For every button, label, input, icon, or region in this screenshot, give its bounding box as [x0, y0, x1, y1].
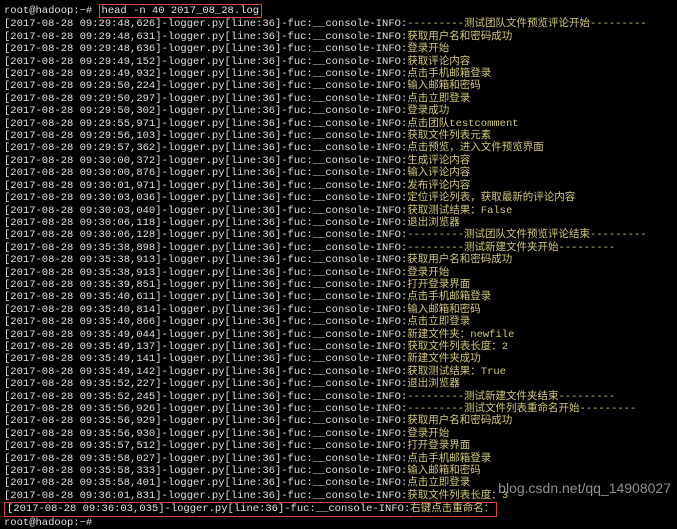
log-message: 登录开始 [407, 43, 449, 55]
log-message: 点击立即登录 [407, 316, 470, 328]
shell-prompt-line[interactable]: root@hadoop:~# [4, 517, 673, 529]
log-message: 点击团队testcomment [407, 118, 518, 130]
log-line: [2017-08-28 09:35:56,929]-logger.py[line… [4, 415, 673, 427]
log-line: [2017-08-28 09:29:56,103]-logger.py[line… [4, 130, 673, 142]
log-line: [2017-08-28 09:29:50,224]-logger.py[line… [4, 80, 673, 92]
log-message: 生成评论内容 [407, 155, 470, 167]
log-line: [2017-08-28 09:35:38,913]-logger.py[line… [4, 267, 673, 279]
log-message: 获取用户名和密码成功 [407, 254, 512, 266]
log-message: 获取测试结果：True [407, 366, 506, 378]
log-message: 点击手机邮箱登录 [407, 68, 491, 80]
log-message: 退出浏览器 [407, 217, 460, 229]
prompt-user-host: root@hadoop:~# [4, 5, 99, 17]
log-message: 输入邮箱和密码 [407, 80, 481, 92]
log-message: 新建文件夹成功 [407, 353, 481, 365]
log-line: [2017-08-28 09:30:06,128]-logger.py[line… [4, 229, 673, 241]
log-message: 获取文件列表长度：3 [407, 490, 508, 502]
shell-prompt-line: root@hadoop:~# head -n 40 2017_08_28.log [4, 4, 673, 18]
log-line: [2017-08-28 09:35:39,851]-logger.py[line… [4, 279, 673, 291]
log-line: [2017-08-28 09:30:03,040]-logger.py[line… [4, 205, 673, 217]
log-line: [2017-08-28 09:35:49,141]-logger.py[line… [4, 353, 673, 365]
log-line: [2017-08-28 09:29:49,152]-logger.py[line… [4, 56, 673, 68]
log-line: [2017-08-28 09:30:01,971]-logger.py[line… [4, 180, 673, 192]
log-line: [2017-08-28 09:35:56,930]-logger.py[line… [4, 428, 673, 440]
log-message: 获取文件列表长度：2 [407, 341, 508, 353]
log-line: [2017-08-28 09:29:55,971]-logger.py[line… [4, 118, 673, 130]
log-line: [2017-08-28 09:35:58,333]-logger.py[line… [4, 465, 673, 477]
log-message: 定位评论列表，获取最新的评论内容 [407, 192, 575, 204]
log-message: 点击立即登录 [407, 477, 470, 489]
log-message: 输入邮箱和密码 [407, 465, 481, 477]
log-line: [2017-08-28 09:35:40,611]-logger.py[line… [4, 291, 673, 303]
log-message: 输入邮箱和密码 [407, 304, 481, 316]
log-message: 点击立即登录 [407, 93, 470, 105]
log-line: [2017-08-28 09:29:48,636]-logger.py[line… [4, 43, 673, 55]
log-message: 打开登录界面 [407, 440, 470, 452]
log-line: [2017-08-28 09:35:52,245]-logger.py[line… [4, 391, 673, 403]
log-message: 点击手机邮箱登录 [407, 453, 491, 465]
log-message: 打开登录界面 [407, 279, 470, 291]
log-message: ---------测试新建文件夹开始--------- [407, 242, 615, 254]
log-message: 点击预览，进入文件预览界面 [407, 142, 544, 154]
log-message: 登录成功 [407, 105, 449, 117]
log-line: [2017-08-28 09:29:57,362]-logger.py[line… [4, 142, 673, 154]
log-line: [2017-08-28 09:35:40,814]-logger.py[line… [4, 304, 673, 316]
prompt-command[interactable]: head -n 40 2017_08_28.log [99, 4, 263, 18]
log-message: 新建文件夹：newfile [407, 329, 514, 341]
log-line: [2017-08-28 09:30:00,876]-logger.py[line… [4, 167, 673, 179]
log-line: [2017-08-28 09:30:03,036]-logger.py[line… [4, 192, 673, 204]
log-message: 退出浏览器 [407, 378, 460, 390]
log-line: [2017-08-28 09:35:49,044]-logger.py[line… [4, 329, 673, 341]
log-line: [2017-08-28 09:35:58,027]-logger.py[line… [4, 453, 673, 465]
log-line: [2017-08-28 09:29:48,631]-logger.py[line… [4, 31, 673, 43]
log-line: [2017-08-28 09:35:40,866]-logger.py[line… [4, 316, 673, 328]
log-message: 点击手机邮箱登录 [407, 291, 491, 303]
log-line: [2017-08-28 09:30:06,118]-logger.py[line… [4, 217, 673, 229]
log-line: [2017-08-28 09:35:49,142]-logger.py[line… [4, 366, 673, 378]
log-message: 输入评论内容 [407, 167, 470, 179]
log-line: [2017-08-28 09:29:50,302]-logger.py[line… [4, 105, 673, 117]
log-line: [2017-08-28 09:29:50,297]-logger.py[line… [4, 93, 673, 105]
log-line: [2017-08-28 09:35:57,512]-logger.py[line… [4, 440, 673, 452]
log-message: ---------测试团队文件预览评论结束--------- [407, 229, 646, 241]
log-line: [2017-08-28 09:30:00,372]-logger.py[line… [4, 155, 673, 167]
log-message: 登录开始 [407, 428, 449, 440]
log-message: ---------测试团队文件预览评论开始--------- [407, 18, 646, 30]
log-line: [2017-08-28 09:35:49,137]-logger.py[line… [4, 341, 673, 353]
log-message: 获取文件列表元素 [407, 130, 491, 142]
log-line: [2017-08-28 09:29:49,932]-logger.py[line… [4, 68, 673, 80]
log-message: 登录开始 [407, 267, 449, 279]
log-message: 获取用户名和密码成功 [407, 31, 512, 43]
log-line: [2017-08-28 09:36:03,035]-logger.py[line… [4, 502, 673, 516]
log-line: [2017-08-28 09:29:48,626]-logger.py[line… [4, 18, 673, 30]
log-line: [2017-08-28 09:35:38,898]-logger.py[line… [4, 242, 673, 254]
log-line: [2017-08-28 09:35:56,926]-logger.py[line… [4, 403, 673, 415]
log-line: [2017-08-28 09:35:52,227]-logger.py[line… [4, 378, 673, 390]
terminal-output: root@hadoop:~# head -n 40 2017_08_28.log… [4, 4, 673, 529]
log-message: 获取用户名和密码成功 [407, 415, 512, 427]
log-line: [2017-08-28 09:35:38,913]-logger.py[line… [4, 254, 673, 266]
log-message: 获取测试结果：False [407, 205, 512, 217]
log-message: ---------测试文件列表重命名开始--------- [407, 403, 636, 415]
log-message: 获取评论内容 [407, 56, 470, 68]
log-message: 发布评论内容 [407, 180, 470, 192]
watermark: blog.csdn.net/qq_14908027 [498, 482, 671, 494]
log-message: ---------测试新建文件夹结束--------- [407, 391, 615, 403]
highlighted-log-line: [2017-08-28 09:36:03,035]-logger.py[line… [4, 502, 497, 516]
